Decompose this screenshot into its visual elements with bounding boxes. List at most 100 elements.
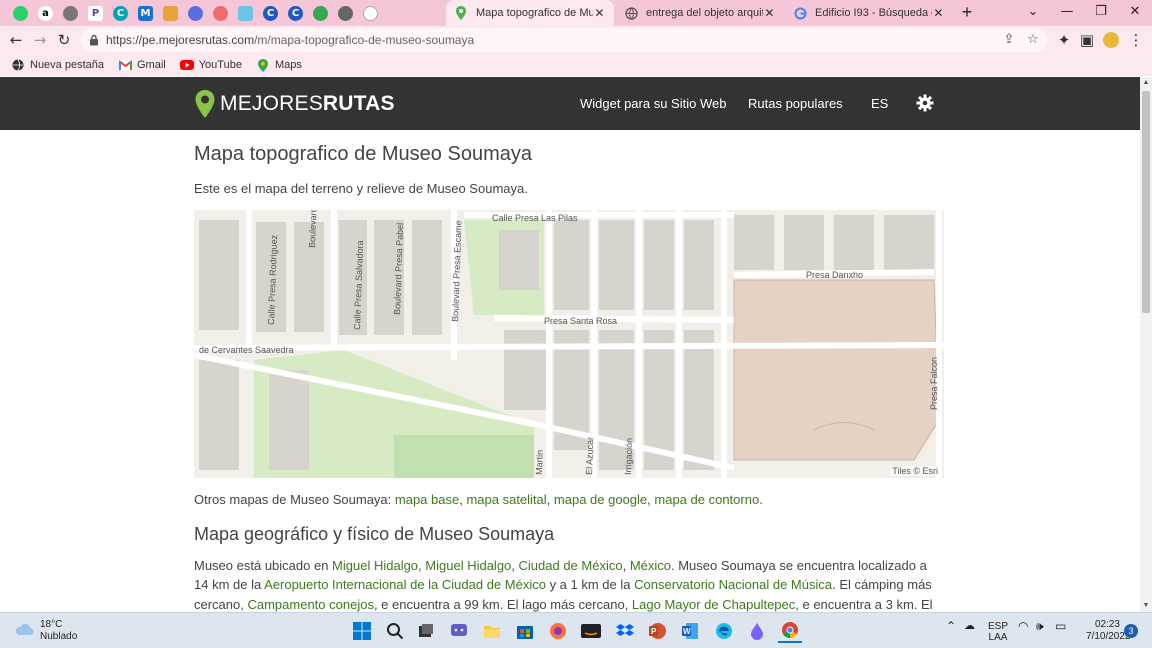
tab-active[interactable]: Mapa topografico de Museo S ✕ xyxy=(446,0,614,26)
link-conservatory[interactable]: Conservatorio Nacional de Música xyxy=(634,577,832,592)
notification-badge[interactable]: 3 xyxy=(1124,624,1138,638)
para-text: y a 1 km de la xyxy=(545,577,635,593)
bookmark-star-icon[interactable]: ☆ xyxy=(1024,31,1042,49)
close-tab-icon[interactable]: ✕ xyxy=(763,6,776,20)
para-text: , xyxy=(622,558,630,573)
app-icon[interactable] xyxy=(745,619,769,643)
scroll-up-icon[interactable]: ▲ xyxy=(1140,77,1152,89)
bookmark-item[interactable]: Gmail xyxy=(118,58,166,72)
edge-icon[interactable] xyxy=(712,619,736,643)
menu-icon[interactable]: ⋮ xyxy=(1126,30,1146,50)
link-location[interactable]: México xyxy=(630,558,671,573)
pinned-tab[interactable] xyxy=(308,0,333,26)
minimize-icon[interactable]: — xyxy=(1050,0,1084,26)
logo-pin-icon xyxy=(194,89,216,119)
volume-icon[interactable]: 🕪 xyxy=(1036,620,1044,632)
pinned-tab[interactable] xyxy=(208,0,233,26)
pinned-tab[interactable] xyxy=(8,0,33,26)
pinned-tab[interactable] xyxy=(333,0,358,26)
reload-icon[interactable]: ↻ xyxy=(54,30,74,50)
windows-start-icon[interactable] xyxy=(350,619,374,643)
back-icon[interactable]: ← xyxy=(6,30,26,50)
task-view-icon[interactable] xyxy=(414,619,438,643)
powerpoint-icon[interactable]: P xyxy=(645,619,669,643)
pinned-tab[interactable]: C xyxy=(108,0,133,26)
scrollbar-thumb[interactable] xyxy=(1142,91,1150,313)
amazon-icon[interactable] xyxy=(579,619,603,643)
link-base-map[interactable]: mapa base xyxy=(395,492,459,507)
tab-title: Mapa topografico de Museo S xyxy=(476,7,593,19)
restore-icon[interactable]: ❐ xyxy=(1084,0,1118,26)
site-logo[interactable]: MEJORES RUTAS xyxy=(194,89,395,119)
app-icon xyxy=(163,5,178,21)
nav-widget-link[interactable]: Widget para su Sitio Web xyxy=(580,96,726,111)
pinned-tab[interactable] xyxy=(58,0,83,26)
tab[interactable]: Edificio I93 - Búsqueda de Go ✕ xyxy=(785,0,953,26)
side-panel-icon[interactable]: ▣ xyxy=(1077,30,1097,50)
link-location[interactable]: Miguel Hidalgo xyxy=(425,558,511,573)
nav-language-link[interactable]: ES xyxy=(871,96,888,111)
taskbar-clock[interactable]: 02:23 7/10/2022 xyxy=(1086,619,1131,643)
profile-avatar-icon[interactable] xyxy=(1101,30,1121,50)
link-contour-map[interactable]: mapa de contorno xyxy=(654,492,759,507)
search-icon[interactable] xyxy=(383,619,407,643)
link-satellite-map[interactable]: mapa satelital xyxy=(466,492,546,507)
share-icon[interactable]: ⇪ xyxy=(1000,31,1018,49)
forward-icon[interactable]: → xyxy=(30,30,50,50)
firefox-icon[interactable] xyxy=(546,619,570,643)
tray-chevron-icon[interactable]: ⌃ xyxy=(946,620,956,632)
url-host: https://pe.mejoresrutas.com xyxy=(106,33,255,47)
dropbox-icon[interactable] xyxy=(613,619,637,643)
para-text: , xyxy=(511,558,519,573)
bookmark-item[interactable]: Nueva pestaña xyxy=(11,58,104,72)
gear-icon[interactable] xyxy=(916,94,934,112)
tab-title: Edificio I93 - Búsqueda de Go xyxy=(815,7,932,19)
wifi-icon[interactable]: ◠ xyxy=(1018,620,1028,632)
link-location[interactable]: Miguel Hidalgo xyxy=(332,558,418,573)
pinned-tab[interactable] xyxy=(233,0,258,26)
pinned-tab[interactable]: C xyxy=(258,0,283,26)
svg-text:P: P xyxy=(651,627,657,636)
weather-widget[interactable]: 18°C Nublado xyxy=(14,619,77,643)
lang-bottom: LAA xyxy=(988,632,1008,643)
pinned-tab[interactable] xyxy=(183,0,208,26)
pinned-tab[interactable]: C xyxy=(283,0,308,26)
bookmark-item[interactable]: YouTube xyxy=(179,58,242,72)
maps-icon xyxy=(256,58,270,72)
store-icon[interactable] xyxy=(513,619,537,643)
new-tab-button[interactable]: + xyxy=(957,2,977,22)
extensions-icon[interactable]: ✦ xyxy=(1054,30,1074,50)
tab-search-icon[interactable]: ⌄ xyxy=(1016,0,1050,26)
chrome-icon[interactable] xyxy=(778,619,802,643)
close-tab-icon[interactable]: ✕ xyxy=(932,6,945,20)
word-icon[interactable]: W xyxy=(678,619,702,643)
link-google-map[interactable]: mapa de google xyxy=(554,492,647,507)
street-label: Presa Danxho xyxy=(806,270,863,280)
page-scrollbar[interactable]: ▲ ▼ xyxy=(1140,77,1152,612)
link-airport[interactable]: Aeropuerto Internacional de la Ciudad de… xyxy=(264,577,546,592)
close-tab-icon[interactable]: ✕ xyxy=(593,6,606,20)
pinned-tab[interactable] xyxy=(358,0,383,26)
language-indicator[interactable]: ESP LAA xyxy=(985,621,1011,643)
file-explorer-icon[interactable] xyxy=(480,619,504,643)
topographic-map[interactable]: Calle Presa Las Pilas Presa Danxho Presa… xyxy=(194,210,944,478)
pinned-tab[interactable]: a xyxy=(33,0,58,26)
link-campsite[interactable]: Campamento conejos xyxy=(247,597,373,612)
close-window-icon[interactable]: ✕ xyxy=(1118,0,1152,26)
onedrive-icon[interactable]: ☁ xyxy=(964,621,975,632)
windows-taskbar: 18°C Nublado P W ⌃ ☁ ESP LAA ◠ 🕪 ▭ 02:23 7/… xyxy=(0,612,1152,648)
pinned-tab[interactable]: M xyxy=(133,0,158,26)
link-lake[interactable]: Lago Mayor de Chapultepec xyxy=(632,597,795,612)
link-location[interactable]: Ciudad de México xyxy=(519,558,623,573)
battery-icon[interactable]: ▭ xyxy=(1055,620,1066,632)
address-bar[interactable]: https://pe.mejoresrutas.com/m/mapa-topog… xyxy=(80,28,1048,52)
pinned-tab[interactable] xyxy=(158,0,183,26)
scroll-down-icon[interactable]: ▼ xyxy=(1140,600,1152,612)
bookmark-item[interactable]: Maps xyxy=(256,58,302,72)
nav-popular-routes-link[interactable]: Rutas populares xyxy=(748,96,843,111)
pinned-tab[interactable]: P xyxy=(83,0,108,26)
url-path: /m/mapa-topografico-de-museo-soumaya xyxy=(254,33,475,47)
tab[interactable]: entrega del objeto arquitectó ✕ xyxy=(616,0,784,26)
site-header: MEJORES RUTAS Widget para su Sitio Web Ru… xyxy=(0,77,1140,130)
chat-icon[interactable] xyxy=(447,619,471,643)
